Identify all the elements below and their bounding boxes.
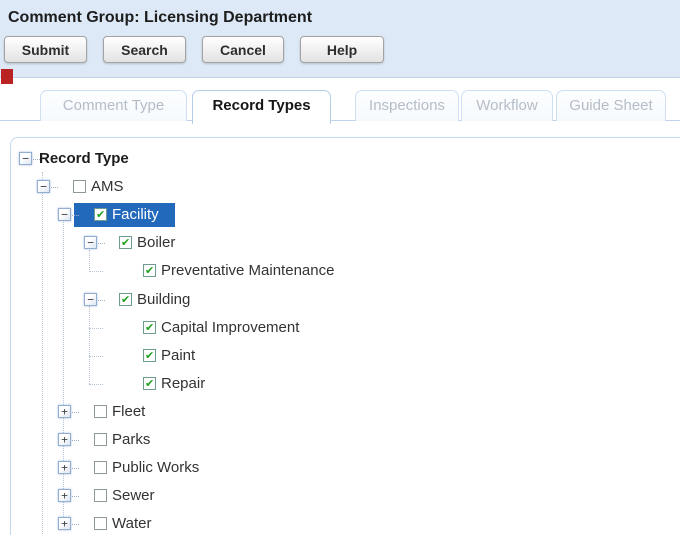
checkbox-unchecked[interactable] <box>94 405 107 418</box>
tree-connector-stub <box>72 524 79 525</box>
tree-node-facility[interactable]: Facility <box>112 205 159 225</box>
checkbox-checked[interactable] <box>94 208 107 221</box>
tab-record-types[interactable]: Record Types <box>192 90 331 124</box>
tab-guide-sheet[interactable]: Guide Sheet <box>556 90 666 121</box>
expander-minus-icon[interactable]: − <box>84 236 97 249</box>
checkbox-checked[interactable] <box>119 293 132 306</box>
tree-node-paint[interactable]: Paint <box>161 346 195 366</box>
checkbox-checked[interactable] <box>143 321 156 334</box>
tab-inspections[interactable]: Inspections <box>355 90 459 121</box>
tree-node-record-type[interactable]: Record Type <box>39 149 129 169</box>
expander-minus-icon[interactable]: − <box>19 152 32 165</box>
checkbox-unchecked[interactable] <box>94 461 107 474</box>
tree-connector-stub <box>72 468 79 469</box>
expander-plus-icon[interactable]: + <box>58 517 71 530</box>
checkbox-unchecked[interactable] <box>94 433 107 446</box>
tree-connector-line <box>42 172 43 535</box>
expander-plus-icon[interactable]: + <box>58 433 71 446</box>
tree-connector-line <box>63 222 64 519</box>
tree-node-preventative-maintenance[interactable]: Preventative Maintenance <box>161 261 334 281</box>
tab-comment-type[interactable]: Comment Type <box>40 90 187 121</box>
header-band: Comment Group: Licensing Department Subm… <box>0 0 680 78</box>
expander-minus-icon[interactable]: − <box>58 208 71 221</box>
checkbox-checked[interactable] <box>143 264 156 277</box>
expander-plus-icon[interactable]: + <box>58 405 71 418</box>
tree-connector-stub <box>72 215 79 216</box>
tree-connector-stub <box>72 412 79 413</box>
tree-node-building[interactable]: Building <box>137 290 190 310</box>
tree-connector-stub <box>98 300 105 301</box>
tree-connector-stub <box>98 243 105 244</box>
tree-connector-line <box>89 250 90 272</box>
tree-node-parks[interactable]: Parks <box>112 430 150 450</box>
red-marker-icon <box>1 69 13 84</box>
tree-connector-stub <box>89 356 103 357</box>
tree-node-ams[interactable]: AMS <box>91 177 124 197</box>
page-title: Comment Group: Licensing Department <box>8 9 312 27</box>
tree-node-capital-improvement[interactable]: Capital Improvement <box>161 318 299 338</box>
tree-panel: −Record Type−AMS−Facility−BoilerPreventa… <box>10 137 680 535</box>
tree-node-sewer[interactable]: Sewer <box>112 486 155 506</box>
tree-node-repair[interactable]: Repair <box>161 374 205 394</box>
expander-plus-icon[interactable]: + <box>58 461 71 474</box>
tree-node-fleet[interactable]: Fleet <box>112 402 145 422</box>
checkbox-checked[interactable] <box>143 349 156 362</box>
checkbox-unchecked[interactable] <box>73 180 86 193</box>
tree-connector-stub <box>89 328 103 329</box>
checkbox-unchecked[interactable] <box>94 517 107 530</box>
checkbox-unchecked[interactable] <box>94 489 107 502</box>
checkbox-checked[interactable] <box>143 377 156 390</box>
checkbox-checked[interactable] <box>119 236 132 249</box>
expander-minus-icon[interactable]: − <box>37 180 50 193</box>
search-button[interactable]: Search <box>103 36 186 63</box>
help-button[interactable]: Help <box>300 36 384 63</box>
tree-node-boiler[interactable]: Boiler <box>137 233 175 253</box>
submit-button[interactable]: Submit <box>4 36 87 63</box>
tree-node-water[interactable]: Water <box>112 514 151 534</box>
expander-minus-icon[interactable]: − <box>84 293 97 306</box>
expander-plus-icon[interactable]: + <box>58 489 71 502</box>
tree-connector-stub <box>51 187 58 188</box>
app-window: Comment Group: Licensing Department Subm… <box>0 0 680 535</box>
cancel-button[interactable]: Cancel <box>202 36 284 63</box>
tree-connector-stub <box>89 271 103 272</box>
tree-node-public-works[interactable]: Public Works <box>112 458 199 478</box>
tree-connector-stub <box>72 440 79 441</box>
tree-connector-stub <box>72 496 79 497</box>
tree-connector-stub <box>89 384 103 385</box>
tree-connector-line <box>89 306 90 384</box>
tab-workflow[interactable]: Workflow <box>461 90 553 121</box>
